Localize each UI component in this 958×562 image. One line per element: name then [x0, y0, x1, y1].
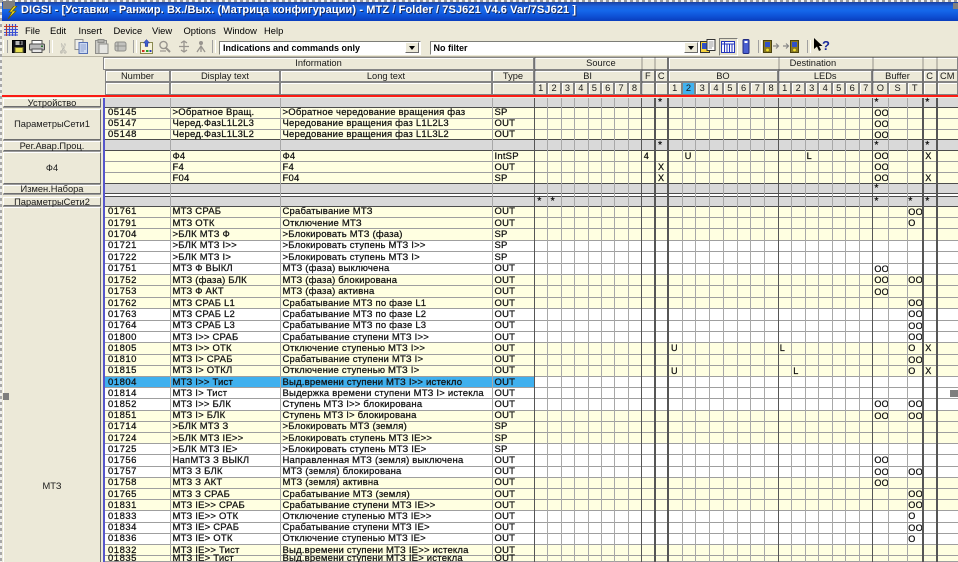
svg-text:?: ? [822, 38, 830, 53]
